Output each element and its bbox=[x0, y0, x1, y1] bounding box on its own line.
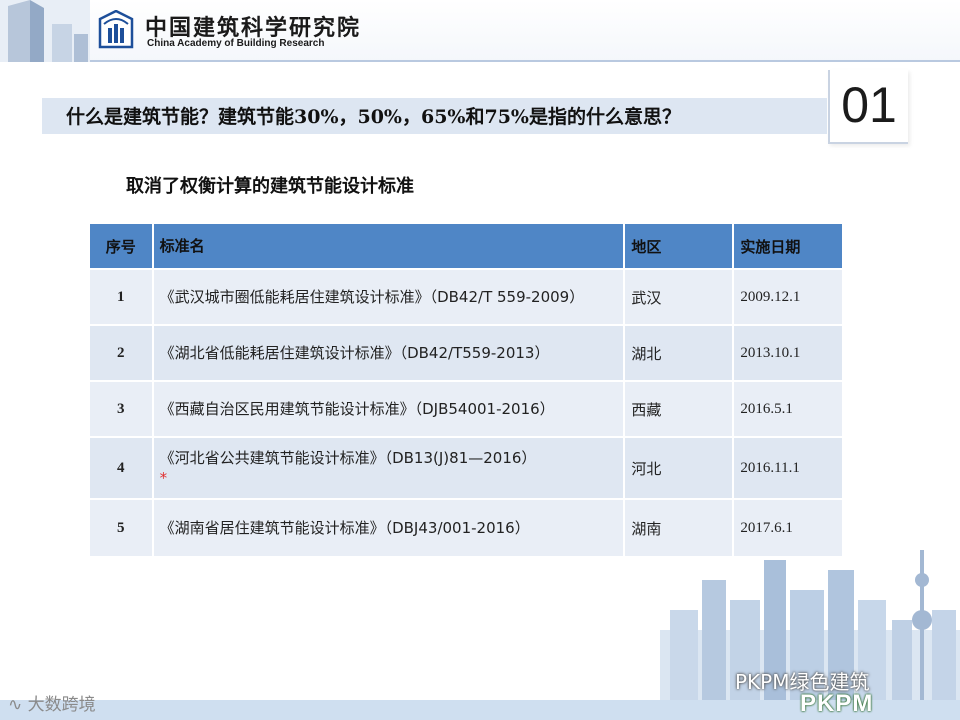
row-date: 2016.11.1 bbox=[732, 436, 844, 500]
row-index: 4 bbox=[88, 436, 154, 500]
row-date: 2009.12.1 bbox=[732, 268, 844, 326]
standards-table: 序号 标准名 地区 实施日期 1 《武汉城市圈低能耗居住建筑设计标准》（DB42… bbox=[88, 222, 844, 558]
row-index: 3 bbox=[88, 380, 154, 438]
section-number: 01 bbox=[841, 77, 897, 133]
pkpm-logo: PKPM bbox=[800, 690, 874, 717]
row-region: 西藏 bbox=[623, 380, 735, 438]
table-row: 3 《西藏自治区民用建筑节能设计标准》（DJB54001-2016） 西藏 20… bbox=[88, 380, 844, 438]
table-row: 2 《湖北省低能耗居住建筑设计标准》（DB42/T559-2013） 湖北 20… bbox=[88, 324, 844, 382]
row-region: 武汉 bbox=[623, 268, 735, 326]
row-index: 2 bbox=[88, 324, 154, 382]
cabr-logo-icon bbox=[98, 10, 134, 49]
row-standard-name: 《河北省公共建筑节能设计标准》（DB13(J)81—2016） * bbox=[151, 436, 626, 500]
row-index: 5 bbox=[88, 498, 154, 558]
table-row: 1 《武汉城市圈低能耗居住建筑设计标准》（DB42/T 559-2009） 武汉… bbox=[88, 268, 844, 326]
org-name-en: China Academy of Building Research bbox=[147, 38, 325, 49]
watermark-left: ∿ 大数跨境 bbox=[8, 695, 96, 715]
slide-subtitle: 取消了权衡计算的建筑节能设计标准 bbox=[126, 176, 414, 197]
row-region: 湖北 bbox=[623, 324, 735, 382]
col-header-region: 地区 bbox=[623, 222, 735, 270]
header-divider bbox=[0, 60, 960, 62]
row-standard-name: 《湖南省居住建筑节能设计标准》（DBJ43/001-2016） bbox=[151, 498, 626, 558]
row-region: 河北 bbox=[623, 436, 735, 500]
table-row: 4 《河北省公共建筑节能设计标准》（DB13(J)81—2016） * 河北 20… bbox=[88, 436, 844, 500]
row-standard-name: 《西藏自治区民用建筑节能设计标准》（DJB54001-2016） bbox=[151, 380, 626, 438]
table-header-row: 序号 标准名 地区 实施日期 bbox=[88, 222, 844, 270]
col-header-date: 实施日期 bbox=[732, 222, 844, 270]
col-header-index: 序号 bbox=[88, 222, 154, 270]
header-band bbox=[0, 0, 960, 62]
row-standard-name: 《湖北省低能耗居住建筑设计标准》（DB42/T559-2013） bbox=[151, 324, 626, 382]
question-title: 什么是建筑节能？建筑节能30%，50%，65%和75%是指的什么意思？ bbox=[66, 106, 681, 128]
asterisk-mark: * bbox=[159, 469, 168, 487]
row-date: 2013.10.1 bbox=[732, 324, 844, 382]
building-photo-icon bbox=[0, 0, 90, 62]
row-standard-name: 《武汉城市圈低能耗居住建筑设计标准》（DB42/T 559-2009） bbox=[151, 268, 626, 326]
row-index: 1 bbox=[88, 268, 154, 326]
row-date: 2016.5.1 bbox=[732, 380, 844, 438]
col-header-name: 标准名 bbox=[151, 222, 626, 270]
